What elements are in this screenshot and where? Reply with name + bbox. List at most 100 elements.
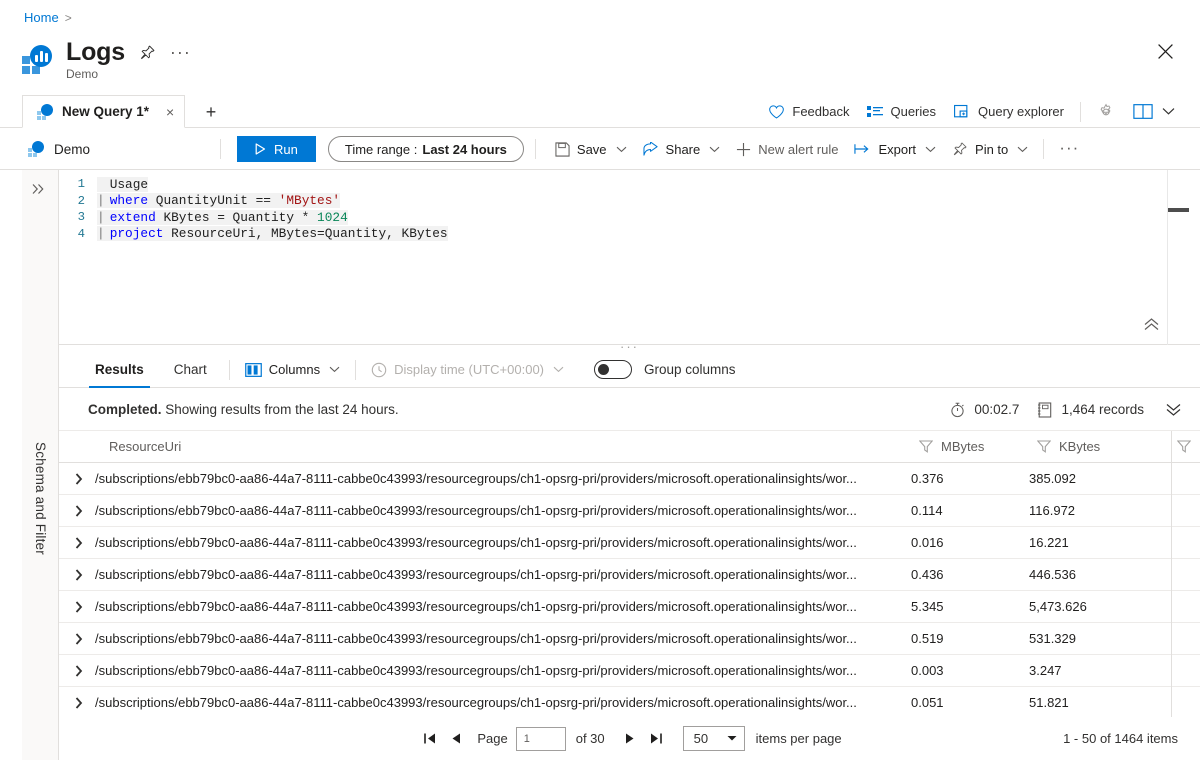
items-per-page-label: items per page: [755, 731, 842, 746]
chevron-double-up-icon[interactable]: [1143, 317, 1160, 332]
share-icon: [643, 141, 659, 157]
elapsed-time: 00:02.7: [974, 402, 1020, 417]
records-icon: [1037, 401, 1052, 418]
cell-mbytes: 0.016: [911, 535, 944, 550]
next-page-icon[interactable]: [617, 727, 643, 751]
chevron-right-icon[interactable]: [59, 568, 95, 581]
table-row[interactable]: /subscriptions/ebb79bc0-aa86-44a7-8111-c…: [59, 687, 1200, 717]
close-icon[interactable]: [1152, 38, 1178, 64]
query-editor[interactable]: 1 Usage 2 | where QuantityUnit == 'MBytes' 3…: [59, 170, 1200, 345]
filter-icon[interactable]: [1169, 440, 1199, 453]
breadcrumb-home[interactable]: Home: [24, 10, 59, 25]
chevron-right-icon[interactable]: [59, 600, 95, 613]
column-header-kbytes[interactable]: KBytes: [1059, 439, 1169, 454]
chevron-right-icon[interactable]: [59, 632, 95, 645]
code-text: | extend KBytes = Quantity * 1024: [97, 209, 348, 225]
table-row[interactable]: /subscriptions/ebb79bc0-aa86-44a7-8111-c…: [59, 623, 1200, 655]
previous-page-icon[interactable]: [443, 727, 469, 751]
chevron-double-right-icon[interactable]: [31, 182, 46, 196]
pipe-token: |: [97, 209, 105, 225]
last-page-icon[interactable]: [643, 727, 669, 751]
cell-resourceuri: /subscriptions/ebb79bc0-aa86-44a7-8111-c…: [95, 567, 857, 582]
page-number-input[interactable]: [515, 726, 566, 751]
table-body: /subscriptions/ebb79bc0-aa86-44a7-8111-c…: [59, 463, 1200, 717]
group-columns-toggle[interactable]: [594, 360, 632, 379]
ellipsis-icon[interactable]: ···: [170, 43, 191, 61]
code-text: | where QuantityUnit == 'MBytes': [97, 193, 341, 209]
close-icon[interactable]: ×: [166, 104, 174, 120]
table-scrollbar[interactable]: [1171, 431, 1172, 717]
save-button[interactable]: Save: [547, 139, 635, 160]
chevron-right-icon[interactable]: [59, 664, 95, 677]
cell-resourceuri: /subscriptions/ebb79bc0-aa86-44a7-8111-c…: [95, 599, 857, 614]
columns-button[interactable]: Columns: [237, 359, 348, 380]
code-token: project: [109, 226, 164, 242]
query-explorer-button[interactable]: Query explorer: [945, 101, 1073, 123]
pin-icon[interactable]: [139, 44, 156, 61]
command-bar: Demo Run Time range : Last 24 hours Save: [0, 129, 1200, 170]
export-button[interactable]: Export: [846, 139, 944, 160]
chevron-right-icon[interactable]: [59, 696, 95, 709]
add-tab-button[interactable]: +: [200, 101, 222, 123]
table-row[interactable]: /subscriptions/ebb79bc0-aa86-44a7-8111-c…: [59, 591, 1200, 623]
editor-scrollbar[interactable]: [1167, 170, 1168, 345]
cell-mbytes: 0.436: [911, 567, 944, 582]
divider: [1080, 101, 1081, 122]
chevron-down-icon[interactable]: [1162, 107, 1175, 116]
column-header-resourceuri[interactable]: ResourceUri: [59, 439, 911, 454]
cell-kbytes: 531.329: [1029, 631, 1076, 646]
cell-kbytes: 446.536: [1029, 567, 1076, 582]
table-row[interactable]: /subscriptions/ebb79bc0-aa86-44a7-8111-c…: [59, 495, 1200, 527]
tab-results[interactable]: Results: [89, 352, 150, 388]
table-row[interactable]: /subscriptions/ebb79bc0-aa86-44a7-8111-c…: [59, 559, 1200, 591]
chevron-right-icon[interactable]: [59, 536, 95, 549]
results-meta: 00:02.7 1,464 records: [950, 401, 1182, 418]
filter-icon[interactable]: [911, 440, 941, 453]
status-detail: Showing results from the last 24 hours.: [161, 402, 399, 417]
table-header-row: ResourceUri MBytes KBytes: [59, 431, 1200, 463]
cell-resourceuri: /subscriptions/ebb79bc0-aa86-44a7-8111-c…: [95, 503, 857, 518]
new-alert-rule-button[interactable]: New alert rule: [728, 139, 846, 160]
code-line: 4 | project ResourceUri, MBytes=Quantity, …: [59, 226, 448, 243]
editor-results-splitter[interactable]: ···: [59, 339, 1200, 354]
first-page-icon[interactable]: [417, 727, 443, 751]
ellipsis-icon[interactable]: ···: [1051, 139, 1087, 156]
columns-label: Columns: [268, 362, 321, 377]
save-label: Save: [576, 141, 607, 157]
tab-chart[interactable]: Chart: [168, 352, 213, 388]
gear-icon[interactable]: [1088, 100, 1124, 124]
page-size-select[interactable]: 50: [682, 726, 745, 751]
display-time-label: Display time (UTC+00:00): [394, 362, 544, 377]
feedback-button[interactable]: Feedback: [759, 101, 858, 123]
pipe-token: [97, 177, 110, 192]
scope-selector[interactable]: Demo: [28, 141, 90, 157]
run-button[interactable]: Run: [237, 136, 316, 162]
column-header-mbytes[interactable]: MBytes: [941, 439, 1029, 454]
filter-icon[interactable]: [1029, 440, 1059, 453]
table-row[interactable]: /subscriptions/ebb79bc0-aa86-44a7-8111-c…: [59, 463, 1200, 495]
schema-and-filter-rail[interactable]: Schema and Filter: [22, 170, 59, 760]
chevron-down-icon: [616, 146, 627, 153]
share-button[interactable]: Share: [635, 139, 729, 160]
line-number: 2: [77, 193, 85, 208]
line-number: 1: [77, 177, 85, 192]
table-row[interactable]: /subscriptions/ebb79bc0-aa86-44a7-8111-c…: [59, 527, 1200, 559]
tab-new-query-1[interactable]: New Query 1* ×: [22, 95, 186, 128]
cell-mbytes: 0.114: [911, 503, 943, 518]
tab-label: New Query 1*: [62, 104, 150, 119]
chevron-right-icon[interactable]: [59, 472, 95, 485]
time-range-picker[interactable]: Time range : Last 24 hours: [327, 136, 524, 162]
status-message: Completed. Showing results from the last…: [88, 402, 399, 417]
save-icon: [555, 141, 570, 157]
queries-button[interactable]: Queries: [858, 101, 945, 122]
chevron-right-icon[interactable]: [59, 504, 95, 517]
log-analytics-icon: [37, 103, 53, 120]
query-code[interactable]: 1 Usage 2 | where QuantityUnit == 'MBytes' 3…: [59, 176, 448, 242]
table-row[interactable]: /subscriptions/ebb79bc0-aa86-44a7-8111-c…: [59, 655, 1200, 687]
line-number: 3: [77, 210, 85, 225]
chevron-down-icon: [925, 146, 936, 153]
chevron-double-down-icon[interactable]: [1165, 402, 1182, 417]
editor-minimap-marker: [1167, 208, 1189, 212]
book-icon[interactable]: [1124, 100, 1184, 123]
pin-to-button[interactable]: Pin to: [944, 138, 1036, 160]
